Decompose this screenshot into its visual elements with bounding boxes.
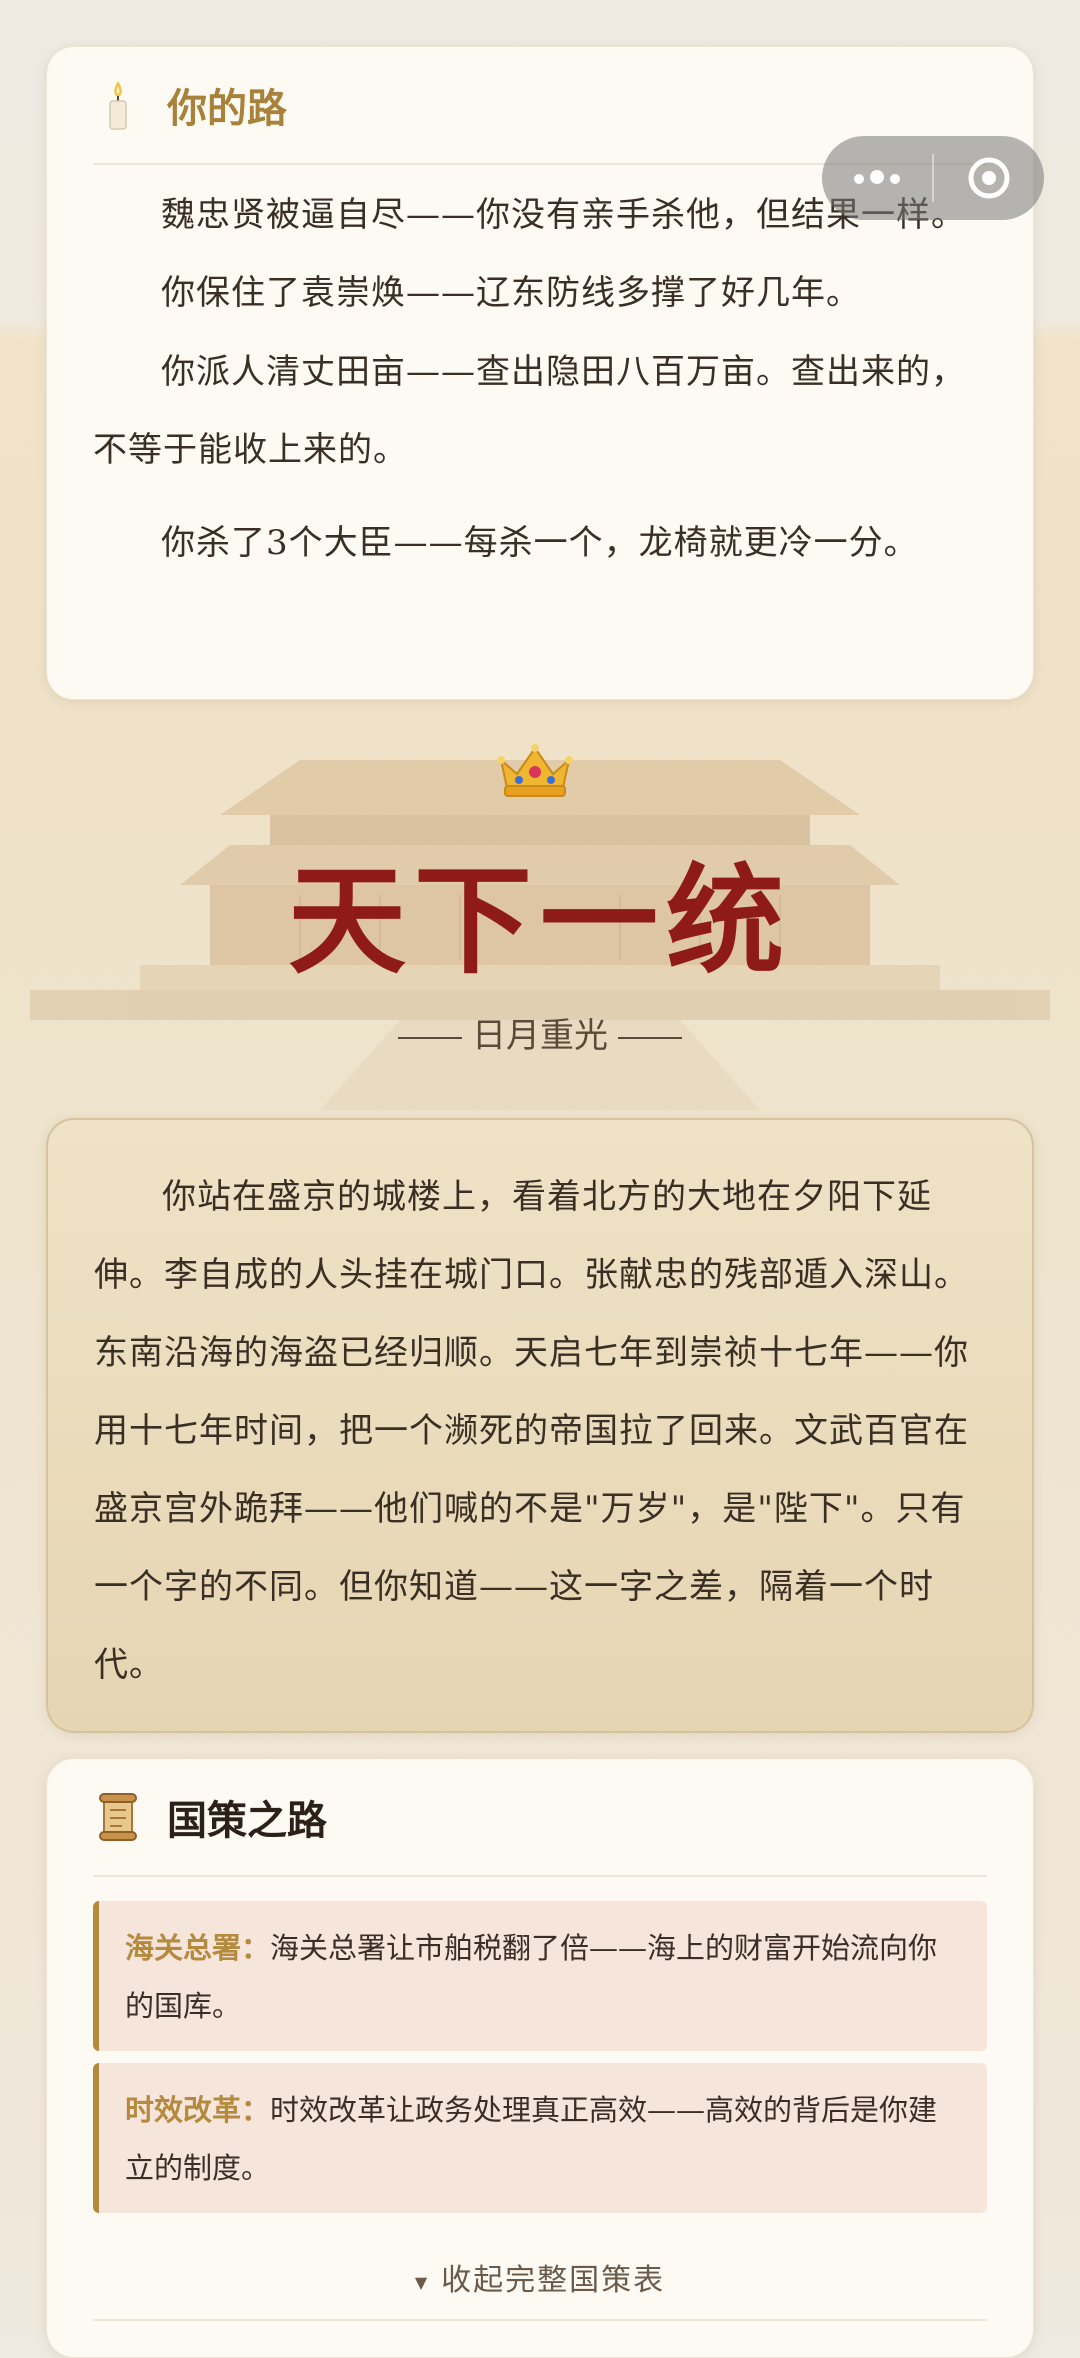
ending-subtitle-row: 日月重光 <box>0 1008 1080 1057</box>
story-card: 你站在盛京的城楼上，看着北方的大地在夕阳下延伸。李自成的人头挂在城门口。张献忠的… <box>46 1118 1034 1733</box>
policy-card-header: 国策之路 <box>93 1759 987 1877</box>
policy-item: 时效改革：时效改革让政务处理真正高效——高效的背后是你建立的制度。 <box>93 2063 987 2213</box>
path-paragraph-2: 你保住了袁崇焕——辽东防线多撑了好几年。 <box>161 273 861 313</box>
subtitle-dash-right <box>618 1037 682 1039</box>
collapse-label: 收起完整国策表 <box>441 2263 666 2298</box>
collapse-policy-table-button[interactable]: ▼ 收起完整国策表 <box>93 2255 987 2299</box>
more-dots-icon <box>851 169 903 188</box>
ending-title: 天下一统 <box>287 851 792 990</box>
scroll-icon <box>93 1787 143 1847</box>
story-text: 你站在盛京的城楼上，看着北方的大地在夕阳下延伸。李自成的人头挂在城门口。张献忠的… <box>94 1177 969 1685</box>
target-close-icon <box>968 157 1010 199</box>
policy-name: 海关总署： <box>125 1931 271 1965</box>
path-paragraph-4: 你杀了3个大臣——每杀一个，龙椅就更冷一分。 <box>161 523 919 563</box>
policy-card-title: 国策之路 <box>167 1797 327 1844</box>
path-card-title: 你的路 <box>167 85 287 132</box>
policy-divider <box>93 2319 987 2321</box>
policy-card: 国策之路 海关总署：海关总署让市舶税翻了倍——海上的财富开始流向你的国库。 时效… <box>46 1758 1034 2358</box>
ending-hero: 天下一统 日月重光 <box>0 690 1080 1110</box>
close-button[interactable] <box>934 136 1044 220</box>
subtitle-dash-left <box>398 1037 462 1039</box>
ending-subtitle: 日月重光 <box>472 1016 608 1056</box>
path-paragraph-3: 你派人清丈田亩——查出隐田八百万亩。查出来的，不等于能收上来的。 <box>93 352 966 470</box>
triangle-down-icon: ▼ <box>414 2272 430 2292</box>
policy-name: 时效改革： <box>125 2093 271 2127</box>
candle-icon <box>93 75 143 135</box>
policy-item: 海关总署：海关总署让市舶税翻了倍——海上的财富开始流向你的国库。 <box>93 1901 987 2051</box>
miniprogram-capsule <box>822 136 1044 220</box>
crown-icon <box>497 744 573 797</box>
more-button[interactable] <box>822 136 932 220</box>
